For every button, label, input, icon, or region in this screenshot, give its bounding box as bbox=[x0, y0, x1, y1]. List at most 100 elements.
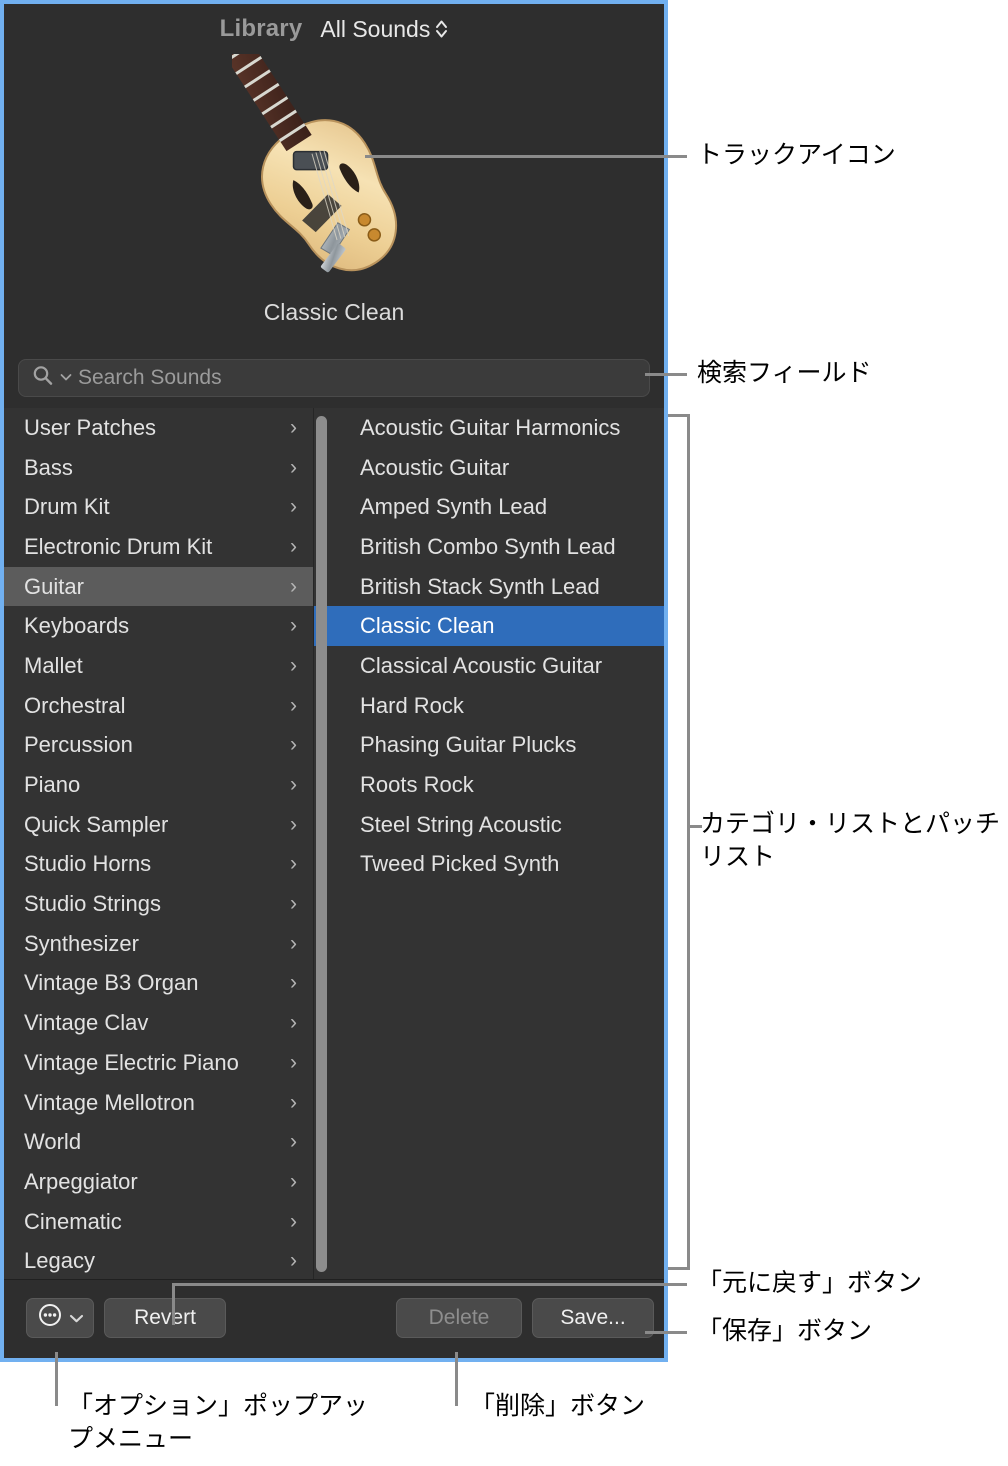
category-list-item[interactable]: Piano › bbox=[4, 765, 313, 805]
chevron-right-icon: › bbox=[290, 852, 297, 876]
leader-line-save-button bbox=[645, 1331, 687, 1334]
category-list-item[interactable]: Electronic Drum Kit › bbox=[4, 527, 313, 567]
annotation-search-field: 検索フィールド bbox=[697, 358, 872, 387]
page-title: Library bbox=[219, 15, 303, 42]
patch-list-item[interactable]: Steel String Acoustic bbox=[314, 805, 664, 845]
patch-list[interactable]: Acoustic Guitar Harmonics Acoustic Guitar… bbox=[313, 408, 664, 1280]
category-list-item[interactable]: Vintage Mellotron › bbox=[4, 1083, 313, 1123]
category-list-item[interactable]: Legacy › bbox=[4, 1241, 313, 1280]
current-patch-name: Classic Clean bbox=[263, 299, 405, 325]
patch-list-item[interactable]: Amped Synth Lead bbox=[314, 487, 664, 527]
sound-set-label: All Sounds bbox=[320, 15, 431, 42]
patch-label: Hard Rock bbox=[360, 692, 464, 718]
category-list-item[interactable]: Percussion › bbox=[4, 726, 313, 766]
patch-label: Roots Rock bbox=[360, 772, 474, 798]
category-list-item[interactable]: Quick Sampler › bbox=[4, 805, 313, 845]
up-down-chevrons-icon bbox=[435, 18, 448, 40]
chevron-right-icon: › bbox=[290, 653, 297, 677]
annotation-category-patch-list: カテゴリ・リストとパッチ リスト bbox=[700, 809, 1001, 872]
chevron-right-icon: › bbox=[290, 1249, 297, 1273]
category-list-item[interactable]: Synthesizer › bbox=[4, 924, 313, 964]
chevron-right-icon: › bbox=[290, 1011, 297, 1035]
library-header: Library All Sounds bbox=[4, 4, 664, 54]
chevron-right-icon: › bbox=[290, 1090, 297, 1114]
leader-line-delete-button bbox=[455, 1352, 458, 1406]
revert-button[interactable]: Revert bbox=[104, 1298, 226, 1338]
category-list-item[interactable]: Keyboards › bbox=[4, 606, 313, 646]
chevron-right-icon: › bbox=[290, 574, 297, 598]
save-button[interactable]: Save... bbox=[532, 1298, 654, 1338]
category-list-item[interactable]: Mallet › bbox=[4, 646, 313, 686]
patch-label: Classical Acoustic Guitar bbox=[360, 652, 603, 678]
category-label: Vintage B3 Organ bbox=[24, 970, 199, 996]
patch-label: Acoustic Guitar bbox=[360, 454, 510, 480]
chevron-right-icon: › bbox=[290, 733, 297, 757]
chevron-down-icon[interactable] bbox=[60, 369, 72, 387]
chevron-right-icon: › bbox=[290, 693, 297, 717]
options-popup-menu-button[interactable] bbox=[26, 1298, 94, 1338]
patch-label: Tweed Picked Synth bbox=[360, 851, 560, 877]
category-label: Cinematic bbox=[24, 1208, 122, 1234]
chevron-right-icon: › bbox=[290, 614, 297, 638]
category-list[interactable]: User Patches › Bass › Drum Kit › Electronic Dr… bbox=[4, 408, 313, 1280]
category-label: Percussion bbox=[24, 732, 133, 758]
category-list-item[interactable]: Arpeggiator › bbox=[4, 1162, 313, 1202]
category-list-item[interactable]: Vintage Clav › bbox=[4, 1003, 313, 1043]
chevron-right-icon: › bbox=[290, 931, 297, 955]
sound-set-popup-menu[interactable]: All Sounds bbox=[320, 16, 448, 43]
category-label: Piano bbox=[24, 772, 81, 798]
button-bar: Revert Delete Save... bbox=[4, 1279, 664, 1358]
patch-list-item[interactable]: British Stack Synth Lead bbox=[314, 567, 664, 607]
patch-list-item[interactable]: Hard Rock bbox=[314, 686, 664, 726]
search-input[interactable]: Search Sounds bbox=[18, 359, 650, 397]
chevron-right-icon: › bbox=[290, 773, 297, 797]
category-list-item[interactable]: Drum Kit › bbox=[4, 487, 313, 527]
category-label: Mallet bbox=[24, 652, 83, 678]
category-list-item[interactable]: Vintage Electric Piano › bbox=[4, 1043, 313, 1083]
chevron-right-icon: › bbox=[290, 971, 297, 995]
electric-guitar-icon bbox=[232, 54, 398, 273]
leader-line-track-icon bbox=[365, 155, 687, 158]
chevron-right-icon: › bbox=[290, 534, 297, 558]
chevron-right-icon: › bbox=[290, 495, 297, 519]
category-label: Vintage Mellotron bbox=[24, 1089, 195, 1115]
annotation-delete-button: 「削除」ボタン bbox=[470, 1391, 646, 1420]
patch-list-item[interactable]: Classical Acoustic Guitar bbox=[314, 646, 664, 686]
patch-list-item[interactable]: Phasing Guitar Plucks bbox=[314, 726, 664, 766]
delete-button[interactable]: Delete bbox=[396, 1298, 522, 1338]
patch-list-item[interactable]: Acoustic Guitar bbox=[314, 448, 664, 488]
chevron-down-icon bbox=[69, 1306, 84, 1330]
category-list-item[interactable]: User Patches › bbox=[4, 408, 313, 448]
search-magnifier-icon bbox=[31, 364, 54, 392]
category-label: Vintage Clav bbox=[24, 1010, 149, 1036]
leader-line-options-menu bbox=[55, 1352, 58, 1406]
category-label: World bbox=[24, 1129, 82, 1155]
category-list-item[interactable]: Orchestral › bbox=[4, 686, 313, 726]
search-placeholder: Search Sounds bbox=[78, 366, 222, 389]
patch-list-item[interactable]: Tweed Picked Synth bbox=[314, 845, 664, 885]
category-list-item[interactable]: Studio Strings › bbox=[4, 884, 313, 924]
category-list-item[interactable]: World › bbox=[4, 1122, 313, 1162]
patch-list-item[interactable]: Acoustic Guitar Harmonics bbox=[314, 408, 664, 448]
patch-list-item[interactable]: Classic Clean bbox=[314, 606, 664, 647]
category-label: Keyboards bbox=[24, 613, 130, 639]
patch-list-item[interactable]: British Combo Synth Lead bbox=[314, 527, 664, 567]
category-label: User Patches bbox=[24, 414, 157, 440]
category-list-item[interactable]: Studio Horns › bbox=[4, 845, 313, 885]
category-label: Vintage Electric Piano bbox=[24, 1049, 239, 1075]
chevron-right-icon: › bbox=[290, 455, 297, 479]
lists-region: User Patches › Bass › Drum Kit › Electronic Dr… bbox=[4, 408, 664, 1280]
leader-line-search-field bbox=[645, 373, 687, 376]
chevron-right-icon: › bbox=[290, 812, 297, 836]
category-list-item[interactable]: Guitar › bbox=[4, 566, 313, 607]
category-list-scrollbar[interactable] bbox=[316, 416, 327, 1272]
annotation-track-icon: トラックアイコン bbox=[697, 140, 896, 169]
category-list-item[interactable]: Bass › bbox=[4, 448, 313, 488]
category-label: Bass bbox=[24, 454, 73, 480]
patch-list-item[interactable]: Roots Rock bbox=[314, 765, 664, 805]
leader-line-revert-horizontal bbox=[172, 1283, 687, 1286]
track-icon-area: Classic Clean bbox=[4, 54, 664, 339]
category-list-item[interactable]: Cinematic › bbox=[4, 1202, 313, 1242]
category-list-item[interactable]: Vintage B3 Organ › bbox=[4, 964, 313, 1004]
category-label: Electronic Drum Kit bbox=[24, 533, 213, 559]
